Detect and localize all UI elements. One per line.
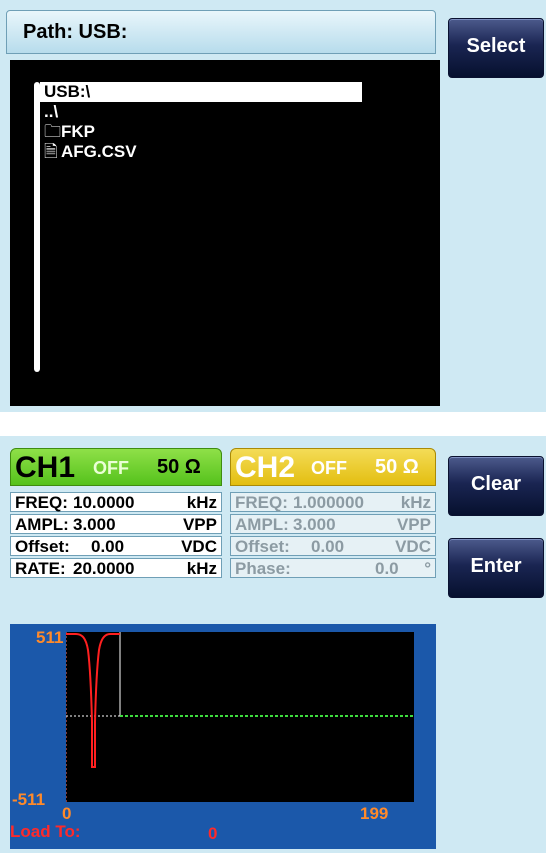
param-label: Phase:	[235, 559, 291, 578]
param-label: RATE:	[15, 559, 66, 578]
enter-button[interactable]: Enter	[448, 538, 544, 598]
waveform-display[interactable]	[66, 632, 414, 802]
param-label: AMPL:	[15, 515, 69, 534]
param-label: FREQ:	[15, 493, 68, 512]
file-list: USB:\ ..\ 🗀FKP 🗎 AFG.CSV	[40, 82, 362, 162]
ch2-tab[interactable]: CH2 OFF 50 Ω	[230, 448, 436, 486]
ch1-tab[interactable]: CH1 OFF 50 Ω	[10, 448, 222, 486]
ch2-output-state: OFF	[311, 458, 347, 478]
folder-icon: 🗀	[44, 122, 61, 141]
param-unit: VDC	[395, 537, 431, 556]
file-item-label: AFG.CSV	[61, 142, 137, 161]
param-value: 0.0	[375, 559, 399, 578]
param-value: 3.000	[293, 515, 336, 534]
param-label: Offset:	[15, 537, 70, 556]
file-icon: 🗎	[44, 142, 58, 161]
ch2-phase-row: Phase: 0.0 °	[230, 558, 436, 578]
path-label: Path: USB:	[23, 21, 128, 43]
load-to-label: Load To:	[10, 822, 81, 841]
y-min-label: -511	[12, 790, 46, 809]
param-label: Offset:	[235, 537, 290, 556]
ch1-rate-row: RATE: 20.0000 kHz	[10, 558, 222, 578]
param-value: 0.00	[91, 537, 125, 556]
param-unit: °	[424, 559, 431, 578]
waveform-plot	[66, 632, 414, 802]
file-item-label: ..\	[44, 102, 59, 121]
param-unit: kHz	[186, 559, 217, 578]
param-unit: VPP	[182, 515, 217, 534]
file-item-afg-csv[interactable]: 🗎 AFG.CSV	[40, 142, 362, 162]
ch1-output-state: OFF	[93, 458, 129, 478]
ch1-name: CH1	[15, 451, 76, 484]
file-list-pane: USB:\ ..\ 🗀FKP 🗎 AFG.CSV	[10, 60, 440, 406]
file-item-parent-dir[interactable]: ..\	[40, 102, 362, 122]
file-item-fkp[interactable]: 🗀FKP	[40, 122, 362, 142]
param-value: 10.0000	[73, 493, 135, 512]
ch1-offset-row: Offset: 0.00 VDC	[10, 536, 222, 556]
param-unit: kHz	[400, 493, 431, 512]
y-max-label: 511	[36, 628, 64, 647]
ch2-name: CH2	[235, 451, 296, 484]
param-value: 3.000	[73, 515, 116, 534]
x-max-label: 199	[360, 804, 389, 823]
clear-button[interactable]: Clear	[448, 456, 544, 516]
ch2-ampl-row: AMPL: 3.000 VPP	[230, 514, 436, 534]
param-unit: VPP	[396, 515, 431, 534]
ch1-freq-row: FREQ: 10.0000 kHz	[10, 492, 222, 512]
file-item-label: USB:\	[44, 82, 91, 101]
param-value: 1.000000	[293, 493, 364, 512]
param-label: AMPL:	[235, 515, 289, 534]
ch1-ampl-row: AMPL: 3.000 VPP	[10, 514, 222, 534]
load-to-value: 0	[208, 824, 218, 843]
ch2-impedance: 50 Ω	[375, 456, 419, 478]
param-unit: kHz	[186, 493, 217, 512]
file-item-usb-root[interactable]: USB:\	[40, 82, 362, 102]
param-label: FREQ:	[235, 493, 288, 512]
ch2-offset-row: Offset: 0.00 VDC	[230, 536, 436, 556]
path-bar: Path: USB:	[6, 10, 436, 54]
param-unit: VDC	[181, 537, 217, 556]
x-min-label: 0	[62, 804, 72, 823]
select-button[interactable]: Select	[448, 18, 544, 78]
waveform-trace	[66, 633, 120, 768]
param-value: 0.00	[311, 537, 345, 556]
file-item-label: FKP	[61, 122, 95, 141]
ch2-freq-row: FREQ: 1.000000 kHz	[230, 492, 436, 512]
waveform-area: 511 -511 0 199 Load To: 0	[10, 624, 436, 849]
ch1-impedance: 50 Ω	[157, 456, 201, 478]
param-value: 20.0000	[73, 559, 135, 578]
